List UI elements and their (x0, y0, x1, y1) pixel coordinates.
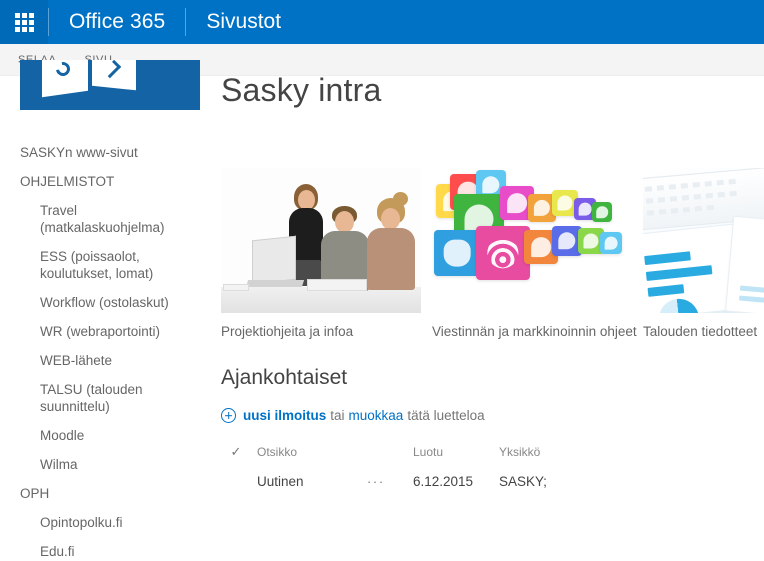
column-header-luotu[interactable]: Luotu (407, 440, 493, 468)
separator-text: tai (330, 408, 345, 423)
row-title-uutinen[interactable]: Uutinen (251, 468, 361, 495)
row-context-menu-button[interactable]: ··· (361, 468, 407, 495)
sidebar-item-wilma[interactable]: Wilma (0, 450, 205, 479)
sidebar-item-web-lahete[interactable]: WEB-lähete (0, 346, 205, 375)
sidebar-item-ohjelmistot[interactable]: OHJELMISTOT (0, 167, 205, 196)
sidebar-item-workflow[interactable]: Workflow (ostolaskut) (0, 288, 205, 317)
tile-caption-talouden-tiedotteet[interactable]: Talouden tiedotteet (643, 324, 764, 339)
sidebar-item-wr[interactable]: WR (webraportointi) (0, 317, 205, 346)
tile-caption-viestinta[interactable]: Viestinnän ja markkinoinnin ohjeet (432, 324, 637, 339)
sidebar-item-travel[interactable]: Travel (matkalaskuohjelma) (0, 196, 205, 242)
sidebar-item-ess[interactable]: ESS (poissaolot, koulutukset, lomat) (0, 242, 205, 288)
column-header-otsikko[interactable]: Otsikko (251, 440, 361, 468)
select-all-check-icon[interactable]: ✓ (231, 444, 242, 459)
site-logo[interactable] (20, 60, 200, 110)
sidebar-item-edu-fi[interactable]: Edu.fi (0, 537, 205, 561)
sidebar-item-oph[interactable]: OPH (0, 479, 205, 508)
tile-talouden-tiedotteet: Talouden tiedotteet (643, 168, 764, 339)
tile-viestinta: Viestinnän ja markkinoinnin ohjeet (432, 168, 637, 339)
table-row[interactable]: Uutinen ··· 6.12.2015 SASKY; (221, 468, 641, 495)
plus-circle-icon[interactable] (221, 408, 236, 423)
announcements-table: ✓ Otsikko Luotu Yksikkö Uutinen ··· 6.12… (221, 440, 641, 495)
colorful-social-cubes-photo[interactable] (432, 168, 632, 313)
tile-caption-projektiohjeita[interactable]: Projektiohjeita ja infoa (221, 324, 421, 339)
sidebar-item-opintopolku[interactable]: Opintopolku.fi (0, 508, 205, 537)
edit-list-link[interactable]: muokkaa (349, 408, 404, 423)
ellipsis-icon[interactable]: ··· (367, 474, 385, 489)
promoted-links-tiles: Projektiohjeita ja infoa Viestinnän ja m… (221, 168, 764, 339)
edit-list-trailing-text: tätä luetteloa (407, 408, 485, 423)
new-announcement-row: uusi ilmoitus tai muokkaa tätä luetteloa (221, 408, 489, 423)
sidebar-item-talsu[interactable]: TALSU (talouden suunnittelu) (0, 375, 205, 421)
table-header-row: ✓ Otsikko Luotu Yksikkö (221, 440, 641, 468)
office365-brand-link[interactable]: Office 365 (49, 0, 185, 44)
row-select-cell[interactable] (221, 468, 251, 495)
column-header-select[interactable]: ✓ (221, 440, 251, 468)
announcements-heading: Ajankohtaiset (221, 366, 348, 389)
main-content: Projektiohjeita ja infoa Viestinnän ja m… (205, 130, 764, 561)
new-announcement-link[interactable]: uusi ilmoitus (243, 408, 326, 423)
app-launcher-waffle-icon (14, 12, 34, 32)
sidebar-item-sasky-www[interactable]: SASKYn www-sivut (0, 138, 205, 167)
suite-bar: Office 365 Sivustot (0, 0, 764, 44)
page-title: Sasky intra (221, 72, 382, 108)
app-launcher-button[interactable] (0, 0, 48, 44)
sidebar-item-moodle[interactable]: Moodle (0, 421, 205, 450)
left-navigation: SASKYn www-sivut OHJELMISTOT Travel (mat… (0, 138, 205, 561)
tile-projektiohjeita: Projektiohjeita ja infoa (221, 168, 421, 339)
column-header-menu (361, 440, 407, 468)
row-unit: SASKY; (499, 474, 547, 489)
sites-link[interactable]: Sivustot (186, 0, 301, 44)
column-header-yksikko[interactable]: Yksikkö (493, 440, 641, 468)
people-at-desk-photo[interactable] (221, 168, 421, 313)
row-created-date: 6.12.2015 (413, 474, 474, 489)
finance-charts-photo[interactable] (643, 168, 764, 313)
